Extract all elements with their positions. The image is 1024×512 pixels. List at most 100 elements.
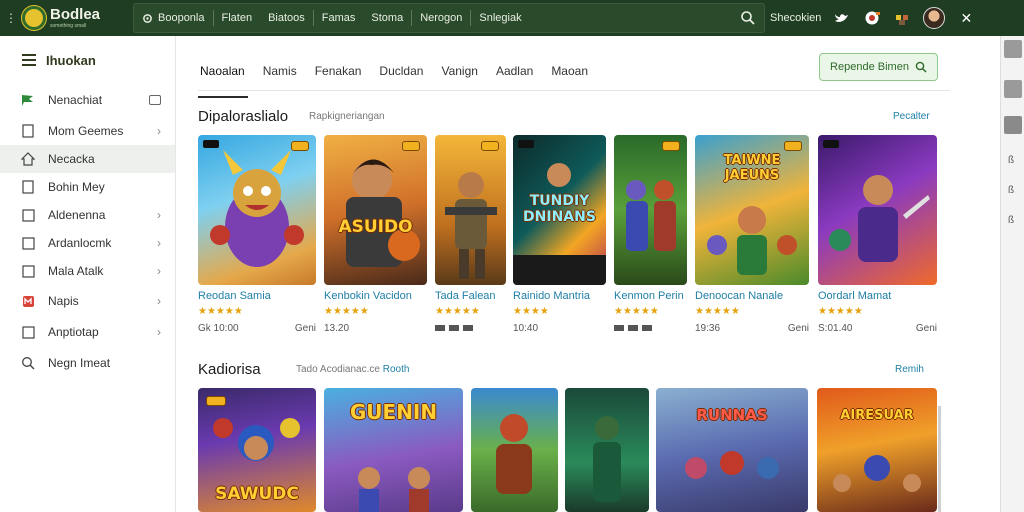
sidebar-item-ardanlocmk[interactable]: Ardanlocmk › bbox=[0, 229, 175, 257]
sidebar-header[interactable]: Ihuokan bbox=[0, 36, 175, 84]
game-card[interactable]: TAIWNE JAEUNS Denoocan Nanale ★★★★★ 19:3… bbox=[695, 135, 809, 334]
sidebar-item-mala-atalk[interactable]: Mala Atalk › bbox=[0, 257, 175, 285]
bird-icon[interactable] bbox=[833, 9, 851, 27]
sidebar-item-anptiotap[interactable]: Anptiotap › bbox=[0, 318, 175, 346]
puzzle-icon[interactable] bbox=[893, 9, 911, 27]
tab-ducldan[interactable]: Ducldan bbox=[370, 58, 432, 84]
game-thumbnail[interactable]: ASUIDO bbox=[324, 135, 427, 285]
game-card[interactable] bbox=[471, 388, 558, 512]
tab-namis[interactable]: Namis bbox=[254, 58, 306, 84]
top-bar-actions: Shecokien ✕ bbox=[770, 0, 975, 36]
game-card[interactable]: Oordarl Mamat ★★★★★ S:01.40 Geni bbox=[818, 135, 937, 334]
game-title[interactable]: Kenbokin Vacidon bbox=[324, 290, 427, 302]
game-card[interactable]: Reodan Samia ★★★★★ Gk 10:00 Geni bbox=[198, 135, 316, 334]
sidebar-item-label: Mom Geemes bbox=[48, 124, 124, 138]
game-art-title: RUNNAS bbox=[696, 406, 768, 424]
game-card[interactable]: TUNDIY DNINANS Rainido Mantria ★★★★ 10:4… bbox=[513, 135, 606, 334]
game-title[interactable]: Reodan Samia bbox=[198, 290, 316, 302]
game-art-title: ASUIDO bbox=[338, 217, 413, 237]
marker-icon[interactable]: ß bbox=[1008, 186, 1018, 196]
marker-icon[interactable]: ß bbox=[1008, 156, 1018, 166]
sidebar-item-mom-geemes[interactable]: Mom Geemes › bbox=[0, 117, 175, 145]
game-art-title: SAWUDC bbox=[215, 484, 299, 504]
top-nav-search-bar[interactable]: Booponla Flaten Biatoos Famas Stoma Nero… bbox=[133, 3, 765, 33]
settings-icon bbox=[143, 13, 152, 23]
tab-maoan[interactable]: Maoan bbox=[542, 58, 597, 84]
game-thumbnail[interactable] bbox=[198, 135, 316, 285]
see-all-link[interactable]: Remih bbox=[895, 364, 924, 375]
tab-naoalan[interactable]: Naoalan bbox=[198, 58, 254, 98]
game-card[interactable]: Tada Falean ★★★★★ bbox=[435, 135, 506, 336]
game-card[interactable]: RUNNAS bbox=[656, 388, 808, 512]
toolbar-button[interactable] bbox=[1004, 40, 1022, 58]
checkbox-icon bbox=[20, 235, 36, 251]
sidebar-item-napis[interactable]: Napis › bbox=[0, 287, 175, 315]
nav-item-biatoos[interactable]: Biatoos bbox=[260, 4, 313, 32]
search-icon bbox=[915, 61, 927, 73]
game-title[interactable]: Oordarl Mamat bbox=[818, 290, 937, 302]
game-thumbnail[interactable] bbox=[614, 135, 687, 285]
platform-badge bbox=[823, 140, 839, 148]
tab-vanign[interactable]: Vanign bbox=[432, 58, 486, 84]
sidebar-item-negn-imeat[interactable]: Negn Imeat bbox=[0, 349, 175, 377]
game-title[interactable]: Denoocan Nanale bbox=[695, 290, 809, 302]
list-icon[interactable] bbox=[1004, 116, 1022, 134]
game-card[interactable] bbox=[565, 388, 649, 512]
logo-tagline: something small bbox=[50, 23, 87, 29]
game-card[interactable]: ASUIDO Kenbokin Vacidon ★★★★★ 13.20 bbox=[324, 135, 427, 334]
game-thumbnail[interactable]: TAIWNE JAEUNS bbox=[695, 135, 809, 285]
game-meta: Gk 10:00 bbox=[198, 323, 239, 334]
tab-fenakan[interactable]: Fenakan bbox=[306, 58, 371, 84]
star-rating: ★★★★★ bbox=[818, 306, 863, 317]
account-label[interactable]: Shecokien bbox=[770, 12, 821, 24]
toolbar-button[interactable] bbox=[1004, 80, 1022, 98]
flag-icon bbox=[20, 92, 36, 108]
gamepad-icon[interactable] bbox=[863, 9, 881, 27]
game-card[interactable]: Kenmon Perin ★★★★★ bbox=[614, 135, 687, 336]
hamburger-icon[interactable] bbox=[22, 54, 36, 66]
scrollbar[interactable] bbox=[938, 406, 941, 512]
game-title[interactable]: Kenmon Perin bbox=[614, 290, 687, 302]
sidebar-item-label: Aldenenna bbox=[48, 208, 106, 222]
game-title[interactable]: Tada Falean bbox=[435, 290, 506, 302]
sidebar-item-aldenenna[interactable]: Aldenenna › bbox=[0, 201, 175, 229]
nav-item-booponla[interactable]: Booponla bbox=[134, 4, 213, 32]
section-subtitle-link[interactable]: Rooth bbox=[383, 364, 410, 375]
game-thumbnail[interactable]: TUNDIY DNINANS bbox=[513, 135, 606, 285]
menu-dots-icon[interactable]: ⋮ bbox=[0, 0, 22, 36]
app-logo[interactable]: Bodlea something small bbox=[22, 6, 132, 30]
nav-item-flaten[interactable]: Flaten bbox=[214, 4, 261, 32]
nav-item-label: Biatoos bbox=[268, 12, 305, 24]
nav-item-stoma[interactable]: Stoma bbox=[363, 4, 411, 32]
sidebar: Ihuokan Nenachiat Mom Geemes › Necacka B… bbox=[0, 36, 176, 512]
search-icon[interactable] bbox=[740, 10, 756, 26]
game-thumbnail[interactable] bbox=[435, 135, 506, 285]
sidebar-item-nenachiat[interactable]: Nenachiat bbox=[0, 86, 175, 114]
sidebar-item-necacka[interactable]: Necacka bbox=[0, 145, 175, 173]
nav-item-snlegiak[interactable]: Snlegiak bbox=[471, 4, 529, 32]
close-icon[interactable]: ✕ bbox=[957, 9, 975, 27]
checkbox-icon bbox=[20, 207, 36, 223]
cta-button[interactable]: Repende Bimen bbox=[819, 53, 938, 81]
sidebar-item-label: Negn Imeat bbox=[48, 356, 111, 370]
nav-item-famas[interactable]: Famas bbox=[314, 4, 364, 32]
sidebar-item-label: Necacka bbox=[48, 152, 95, 166]
see-all-link[interactable]: Pecalter bbox=[893, 111, 930, 122]
sidebar-item-label: Nenachiat bbox=[48, 93, 103, 107]
tab-aadlan[interactable]: Aadlan bbox=[487, 58, 542, 84]
marker-icon[interactable]: ß bbox=[1008, 216, 1018, 226]
game-title[interactable]: Rainido Mantria bbox=[513, 290, 606, 302]
section-subtitle: Tado Acodianac.ce Rooth bbox=[296, 364, 409, 375]
rating-badge bbox=[291, 141, 309, 151]
image-icon bbox=[149, 95, 161, 105]
game-card[interactable]: GUENIN bbox=[324, 388, 463, 512]
rating-badge bbox=[784, 141, 802, 151]
game-thumbnail[interactable] bbox=[818, 135, 937, 285]
nav-item-nerogon[interactable]: Nerogon bbox=[412, 4, 470, 32]
game-card[interactable]: SAWUDC bbox=[198, 388, 316, 512]
sidebar-item-bohin-mey[interactable]: Bohin Mey bbox=[0, 173, 175, 201]
section-subtitle-text: Tado Acodianac.ce bbox=[296, 364, 380, 375]
star-rating: ★★★★★ bbox=[435, 306, 480, 317]
game-card[interactable]: AIRESUAR bbox=[817, 388, 937, 512]
user-avatar[interactable] bbox=[923, 7, 946, 29]
